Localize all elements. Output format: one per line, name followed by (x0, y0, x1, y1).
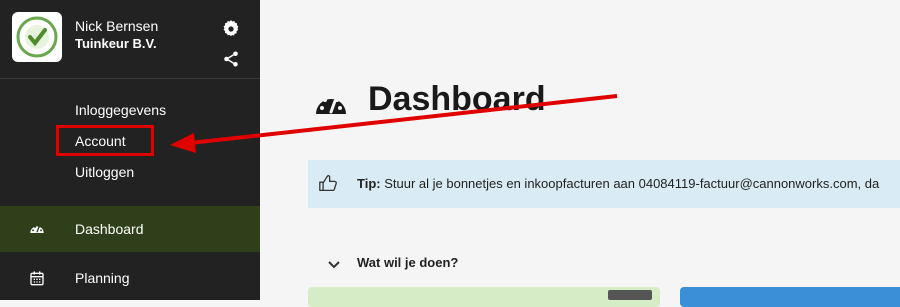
dashboard-gauge-icon (29, 221, 45, 242)
action-card-green[interactable] (308, 287, 660, 307)
section-title[interactable]: Wat wil je doen? (357, 255, 458, 270)
user-name: Nick Bernsen (75, 18, 159, 34)
gear-icon[interactable] (222, 20, 240, 43)
action-card-blue[interactable] (680, 287, 900, 307)
sidebar-item-label: Dashboard (75, 221, 144, 237)
main-content: Dashboard Tip: Stuur al je bonnetjes en … (260, 0, 900, 307)
share-icon[interactable] (222, 50, 240, 73)
printer-icon (608, 290, 652, 300)
menu-item-uitloggen[interactable]: Uitloggen (75, 164, 134, 180)
profile-header: Nick Bernsen Tuinkeur B.V. (0, 0, 260, 79)
company-name: Tuinkeur B.V. (75, 36, 157, 51)
menu-item-inloggegevens[interactable]: Inloggegevens (75, 102, 166, 118)
sidebar-item-label: Planning (75, 270, 130, 286)
sidebar: Nick Bernsen Tuinkeur B.V. Inloggegevens… (0, 0, 260, 300)
page-title: Dashboard (368, 80, 546, 118)
calendar-icon (29, 270, 45, 291)
tip-text: Tip: Stuur al je bonnetjes en inkoopfact… (357, 176, 879, 191)
chevron-down-icon[interactable] (328, 256, 340, 274)
sidebar-item-planning[interactable]: Planning (0, 255, 260, 301)
hand-pointer-icon (318, 174, 338, 197)
tip-banner: Tip: Stuur al je bonnetjes en inkoopfact… (308, 160, 900, 208)
sidebar-item-dashboard[interactable]: Dashboard (0, 206, 260, 252)
tip-message: Stuur al je bonnetjes en inkoopfacturen … (384, 176, 880, 191)
menu-item-account[interactable]: Account (75, 133, 126, 149)
dashboard-gauge-icon (314, 88, 348, 121)
tip-label: Tip: (357, 176, 381, 191)
company-logo (12, 12, 62, 62)
